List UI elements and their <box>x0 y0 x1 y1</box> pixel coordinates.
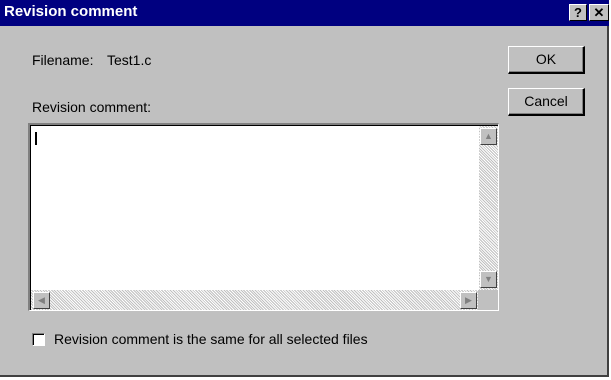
textarea-frame: ▲ ▼ ◀ ▶ <box>30 125 498 310</box>
ok-button[interactable]: OK <box>508 46 585 74</box>
window-title: Revision comment <box>4 3 138 20</box>
scroll-up-button[interactable]: ▲ <box>480 128 497 145</box>
cancel-button[interactable]: Cancel <box>508 88 585 116</box>
close-button[interactable]: ✕ <box>589 4 609 21</box>
scroll-down-button[interactable]: ▼ <box>480 271 497 288</box>
horizontal-scrollbar[interactable]: ◀ ▶ <box>31 290 478 310</box>
revision-comment-dialog: Revision comment ? ✕ Filename: Test1.c R… <box>0 0 609 377</box>
same-comment-label[interactable]: Revision comment is the same for all sel… <box>54 331 368 347</box>
filename-label: Filename: <box>32 52 94 68</box>
vertical-scrollbar[interactable]: ▲ ▼ <box>479 126 498 290</box>
filename-value: Test1.c <box>107 52 152 68</box>
scroll-right-button[interactable]: ▶ <box>460 292 477 309</box>
help-button[interactable]: ? <box>569 4 587 21</box>
scrollbar-corner <box>478 290 498 310</box>
same-comment-checkbox[interactable] <box>32 333 45 346</box>
title-bar: Revision comment ? ✕ <box>0 0 609 26</box>
revision-comment-label: Revision comment: <box>32 99 152 115</box>
scroll-left-button[interactable]: ◀ <box>33 292 50 309</box>
revision-comment-textarea[interactable]: ▲ ▼ ◀ ▶ <box>28 123 499 311</box>
text-caret <box>35 132 37 145</box>
